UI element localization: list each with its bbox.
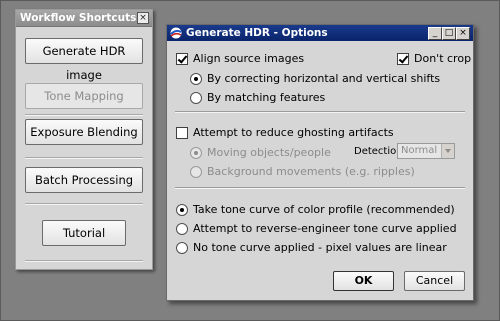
workflow-divider <box>25 157 143 159</box>
tutorial-button[interactable]: Tutorial <box>42 220 126 246</box>
ghosting-label: Attempt to reduce ghosting artifacts <box>193 126 394 139</box>
dialog-divider <box>175 111 465 113</box>
align-source-checkbox[interactable] <box>176 53 188 65</box>
workflow-divider <box>25 260 143 262</box>
exposure-blending-button[interactable]: Exposure Blending <box>25 119 143 145</box>
align-features-radio[interactable] <box>190 92 202 104</box>
tone-curve-linear-label: No tone curve applied - pixel values are… <box>193 241 447 254</box>
ok-button[interactable]: OK <box>333 271 394 291</box>
minimize-icon[interactable]: _ <box>428 27 442 40</box>
batch-processing-button[interactable]: Batch Processing <box>25 167 143 193</box>
background-movements-radio[interactable] <box>190 166 202 178</box>
tone-curve-profile-radio[interactable] <box>176 204 188 216</box>
workflow-divider <box>25 203 143 205</box>
dialog-divider <box>175 187 465 189</box>
workflow-shortcuts-panel: Workflow Shortcuts × Generate HDR image … <box>15 9 153 270</box>
chevron-down-icon[interactable] <box>441 144 454 158</box>
detection-select[interactable]: Normal <box>397 143 455 159</box>
workflow-panel-title: Workflow Shortcuts <box>20 12 137 24</box>
dont-crop-label: Don't crop <box>414 52 472 65</box>
tone-curve-reverse-radio[interactable] <box>176 223 188 235</box>
workflow-panel-titlebar[interactable]: Workflow Shortcuts × <box>16 10 152 27</box>
dialog-title: Generate HDR - Options <box>186 27 328 39</box>
tone-mapping-button[interactable]: Tone Mapping <box>25 83 143 109</box>
moving-objects-radio[interactable] <box>190 147 202 159</box>
moving-objects-label: Moving objects/people <box>207 146 331 159</box>
close-icon[interactable]: × <box>137 12 149 24</box>
tone-curve-reverse-label: Attempt to reverse-engineer tone curve a… <box>193 222 457 235</box>
app-icon <box>170 27 182 39</box>
dont-crop-checkbox[interactable] <box>397 53 409 65</box>
close-icon[interactable]: × <box>456 27 470 40</box>
workflow-divider <box>25 114 143 116</box>
align-source-label: Align source images <box>193 52 305 65</box>
ghosting-checkbox[interactable] <box>176 127 188 139</box>
align-shifts-label: By correcting horizontal and vertical sh… <box>207 72 441 85</box>
detection-value: Normal <box>401 145 438 156</box>
maximize-icon[interactable]: □ <box>442 27 456 40</box>
tone-curve-linear-radio[interactable] <box>176 242 188 254</box>
align-shifts-radio[interactable] <box>190 73 202 85</box>
generate-hdr-button[interactable]: Generate HDR image <box>25 38 143 82</box>
align-features-label: By matching features <box>207 91 326 104</box>
dialog-titlebar[interactable]: Generate HDR - Options _ □ × <box>167 25 473 41</box>
tone-curve-profile-label: Take tone curve of color profile (recomm… <box>193 203 455 216</box>
cancel-button[interactable]: Cancel <box>404 271 465 291</box>
background-movements-label: Background movements (e.g. ripples) <box>207 165 415 178</box>
generate-hdr-options-dialog: Generate HDR - Options _ □ × Align sourc… <box>166 24 474 301</box>
